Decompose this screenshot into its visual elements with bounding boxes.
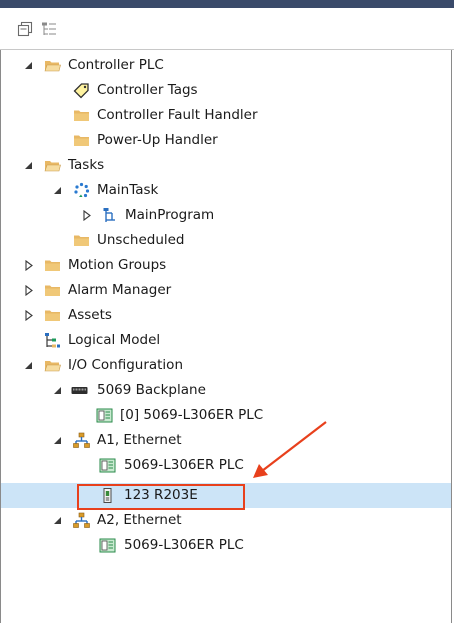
annotation-arrow-icon <box>253 421 327 478</box>
